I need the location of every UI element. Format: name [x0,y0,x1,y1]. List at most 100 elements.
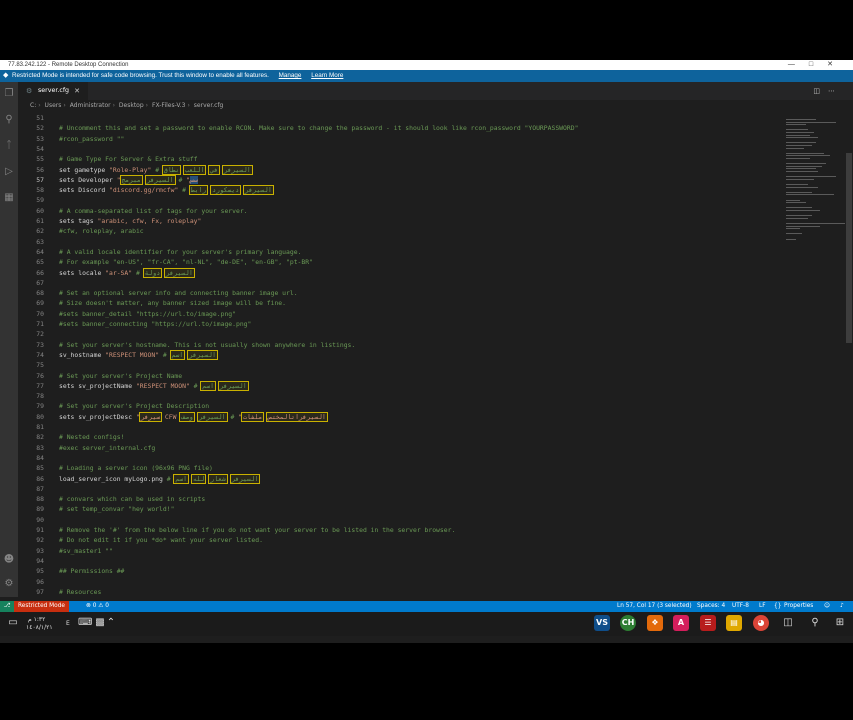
code-line[interactable]: 55 # Game Type For Server & Extra stuff [18,154,780,164]
more-actions-icon[interactable]: ⋯ [828,87,843,95]
file-explorer-icon[interactable]: ▤ [726,615,742,631]
start-icon[interactable]: ⊞ [833,616,847,630]
code-line[interactable]: 91 # Remove the '#' from the below line i… [18,525,780,535]
code-line[interactable]: 81 [18,422,780,432]
restricted-mode-indicator[interactable]: Restricted Mode [14,601,69,612]
notification-icon[interactable]: ▭ [6,616,20,630]
code-line[interactable]: 51 [18,113,780,123]
code-line[interactable]: 56 set gametype "Role-Play" # السيرفر في … [18,164,780,175]
breadcrumb-item[interactable]: Desktop [119,102,144,109]
breadcrumb-item[interactable]: C: [30,102,36,109]
run-debug-icon[interactable]: ▷ [3,166,15,178]
editor-scrollbar[interactable] [845,113,853,599]
code-line[interactable]: 85 # Loading a server icon (96x96 PNG fil… [18,463,780,473]
code-line[interactable]: 52 # Uncomment this and set a password to… [18,123,780,133]
code-line[interactable]: 82 # Nested configs! [18,432,780,442]
line-ending[interactable]: LF [759,601,766,612]
code-line[interactable]: 80 sets sv_projectDesc "سيرفر CFW السيرفر… [18,411,780,422]
search-icon[interactable]: ⚲ [3,114,15,126]
tab-server-cfg[interactable]: ⚙ server.cfg ✕ [18,82,88,100]
chevron-up-icon[interactable]: ⌃ [104,616,118,630]
code-line[interactable]: 83 #exec server_internal.cfg [18,443,780,453]
gear-icon[interactable]: ⚙ [3,578,15,590]
close-icon[interactable]: ✕ [74,82,80,100]
app-taskbar-icon-red[interactable]: A [673,615,689,631]
problems-indicator[interactable]: ⊗ 0 ⚠ 0 [86,601,109,612]
search-icon[interactable]: ⚲ [808,616,822,630]
cursor-position[interactable]: Ln 57, Col 17 (3 selected) [617,601,692,612]
code-line[interactable]: 68 # Set an optional server info and conn… [18,288,780,298]
code-line[interactable]: 78 [18,391,780,401]
code-line[interactable]: 67 [18,278,780,288]
account-icon[interactable]: ☻ [3,554,15,566]
app-taskbar-icon-orange[interactable]: ❖ [647,615,663,631]
code-line[interactable]: 84 [18,453,780,463]
code-line[interactable]: 74 sv_hostname "RESPECT MOON" # السيرفر ا… [18,349,780,360]
code-line[interactable]: 94 [18,556,780,566]
code-line[interactable]: 59 [18,195,780,205]
language-mode[interactable]: Properties [784,601,813,612]
code-line[interactable]: 95 ## Permissions ## [18,566,780,576]
app-taskbar-icon-grid[interactable]: ☰ [700,615,716,631]
breadcrumb-item[interactable]: server.cfg [194,102,224,109]
remote-indicator[interactable]: ⎇ [0,601,14,612]
code-line[interactable]: 62 #cfw, roleplay, arabic [18,226,780,236]
split-editor-icon[interactable]: ◫ [813,87,828,95]
breadcrumb-item[interactable]: Administrator [70,102,111,109]
indentation[interactable]: Spaces: 4 [697,601,725,612]
code-line[interactable]: 60 # A comma-separated list of tags for y… [18,206,780,216]
code-line[interactable]: 69 # Size doesn't matter, any banner size… [18,298,780,308]
feedback-icon[interactable]: ☺ [824,601,830,612]
code-line[interactable]: 97 # Resources [18,587,780,597]
code-line[interactable]: 93 #sv_master1 "" [18,546,780,556]
manage-link[interactable]: Manage [279,72,302,79]
explorer-icon[interactable]: ❐ [3,88,15,100]
code-line[interactable]: 77 sets sv_projectName "RESPECT MOON" # ا… [18,380,780,391]
code-line[interactable]: 70 #sets banner_detail "https://url.to/im… [18,309,780,319]
code-line[interactable]: 87 [18,484,780,494]
line-code: load_server_icon myLogo.png # السيرفر شع… [59,473,261,484]
code-line[interactable]: 71 #sets banner_connecting "https://url.t… [18,319,780,329]
code-line[interactable]: 88 # convars which can be used in scripts [18,494,780,504]
keyboard-icon[interactable]: ⌨ [78,616,92,630]
code-line[interactable]: 64 # A valid locale identifier for your s… [18,247,780,257]
language-indicator[interactable]: E [66,620,70,627]
code-line[interactable]: 54 [18,144,780,154]
code-line[interactable]: 57 sets Developer " سس" # السيرفر مبرمج [18,174,780,185]
close-window-button[interactable]: ✕ [827,61,847,68]
code-line[interactable]: 66 sets locale "ar-SA" # السيرفر دولة [18,267,780,278]
chrome-icon[interactable]: ◕ [753,615,769,631]
learn-more-link[interactable]: Learn More [311,72,343,79]
code-line[interactable]: 61 sets tags "arabic, cfw, Fx, roleplay" [18,216,780,226]
minimap[interactable] [782,113,846,263]
breadcrumb-item[interactable]: Users [45,102,62,109]
notifications-icon[interactable]: ♪ [840,601,844,612]
code-line[interactable]: 63 [18,237,780,247]
code-line[interactable]: 75 [18,360,780,370]
source-control-icon[interactable]: ᛏ [3,140,15,152]
maximize-button[interactable]: □ [809,61,827,68]
code-line[interactable]: 72 [18,329,780,339]
code-line[interactable]: 73 # Set your server's hostname. This is … [18,340,780,350]
scrollbar-thumb[interactable] [846,153,852,343]
code-line[interactable]: 58 sets Discord "discord.gg/rmcfw" # السي… [18,185,780,196]
task-view-icon[interactable]: ◫ [781,616,795,630]
code-line[interactable]: 86 load_server_icon myLogo.png # السيرفر … [18,473,780,484]
code-line[interactable]: 96 [18,577,780,587]
app-taskbar-icon-green[interactable]: CH [620,615,636,631]
code-editor[interactable]: 51 52 # Uncomment this and set a password … [18,113,780,599]
minimize-button[interactable]: — [788,61,809,68]
line-number: 60 [36,206,44,215]
code-line[interactable]: 65 # For example "en-US", "fr-CA", "nl-NL… [18,257,780,267]
encoding[interactable]: UTF-8 [732,601,749,612]
code-line[interactable]: 76 # Set your server's Project Name [18,371,780,381]
code-line[interactable]: 53 #rcon_password "" [18,134,780,144]
window-controls[interactable]: —□✕ [788,60,847,70]
breadcrumb-item[interactable]: FX-Files-V.3 [152,102,185,109]
code-line[interactable]: 89 # set temp_convar "hey world!" [18,504,780,514]
vscode-taskbar-icon[interactable]: VS [594,615,610,631]
code-line[interactable]: 79 # Set your server's Project Descriptio… [18,401,780,411]
extensions-icon[interactable]: ▦ [3,192,15,204]
code-line[interactable]: 92 # Do not edit it if you *do* want your… [18,535,780,545]
code-line[interactable]: 90 [18,515,780,525]
